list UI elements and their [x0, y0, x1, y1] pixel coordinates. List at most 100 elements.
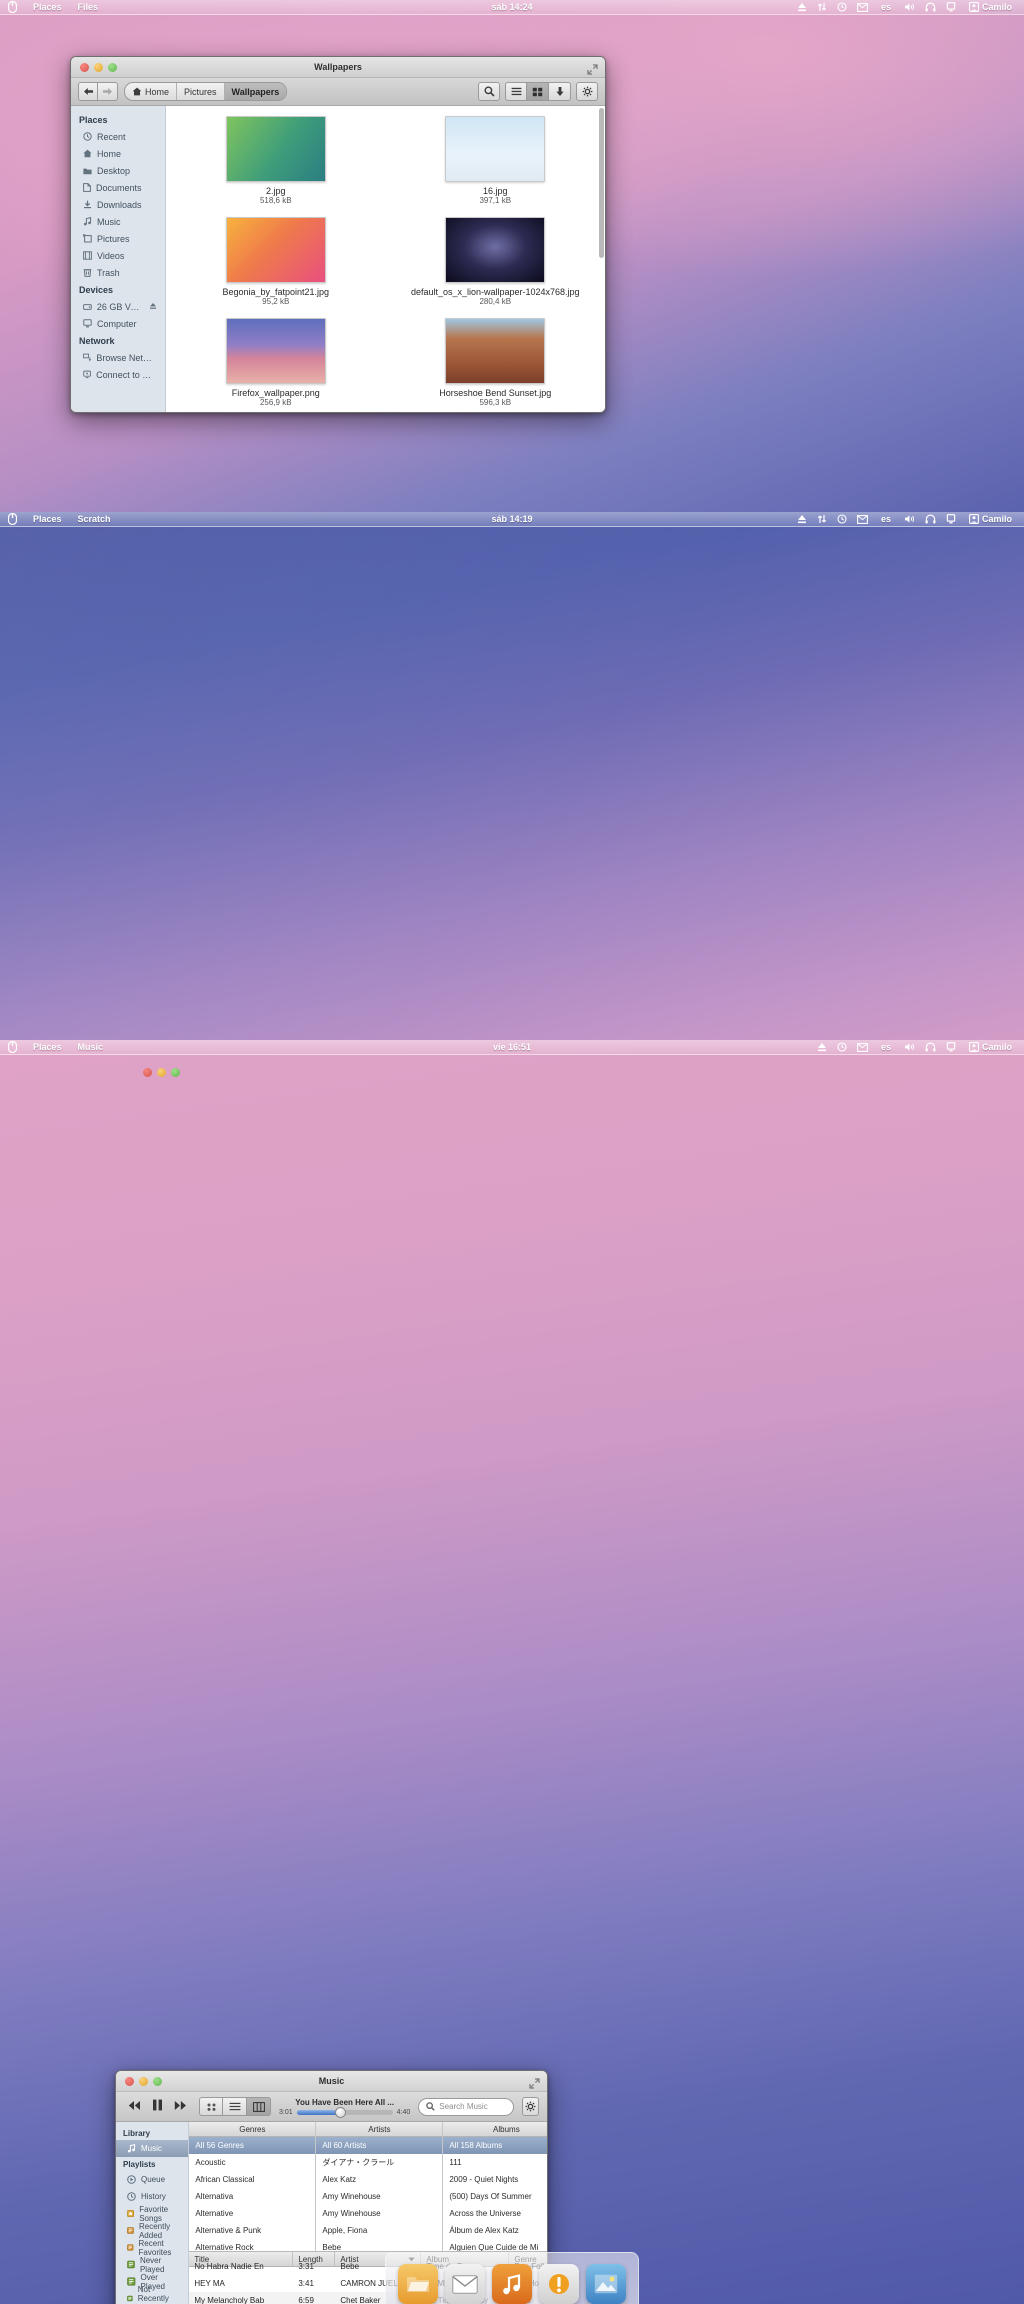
- display-icon[interactable]: [941, 512, 961, 527]
- album-row[interactable]: (500) Days Of Summer: [443, 2188, 547, 2205]
- display-icon[interactable]: [941, 0, 961, 15]
- gear-icon[interactable]: [576, 82, 598, 101]
- expand-icon[interactable]: [587, 62, 598, 80]
- album-row[interactable]: Álbum de Alex Katz: [443, 2222, 547, 2239]
- volume-icon[interactable]: [899, 512, 920, 527]
- artist-row[interactable]: Alex Katz: [316, 2171, 442, 2188]
- vertical-scrollbar[interactable]: [599, 108, 604, 258]
- files-titlebar[interactable]: Wallpapers: [71, 57, 605, 78]
- headphones-icon[interactable]: [920, 512, 941, 527]
- pause-icon[interactable]: [152, 2098, 163, 2116]
- sidebar-item-never-played[interactable]: Never Played: [116, 2256, 188, 2274]
- mail-icon[interactable]: [852, 1040, 873, 1055]
- album-row[interactable]: 111: [443, 2154, 547, 2171]
- panel-user-menu[interactable]: Camilo: [961, 0, 1020, 15]
- close-button[interactable]: [125, 2076, 134, 2086]
- gear-icon[interactable]: [521, 2097, 539, 2116]
- file-item[interactable]: Horseshoe Bend Sunset.jpg 596,3 kB: [405, 318, 585, 407]
- panel-places-menu[interactable]: Places: [25, 512, 70, 527]
- album-row[interactable]: Across the Universe: [443, 2205, 547, 2222]
- file-item[interactable]: Begonia_by_fatpoint21.jpg 95,2 kB: [186, 217, 366, 306]
- panel-user-menu[interactable]: Camilo: [961, 1040, 1020, 1055]
- sidebar-item-trash[interactable]: Trash: [71, 264, 165, 281]
- genre-row[interactable]: Alternative & Punk: [189, 2222, 315, 2239]
- eject-icon[interactable]: [149, 302, 157, 312]
- sidebar-item-volume[interactable]: 26 GB Vol...: [71, 298, 165, 315]
- genres-column[interactable]: Genres All 56 Genres Acoustic African Cl…: [189, 2122, 317, 2251]
- mail-icon[interactable]: [852, 512, 873, 527]
- eject-icon[interactable]: [792, 0, 812, 15]
- artists-column[interactable]: Artists All 60 Artists ダイアナ・クラール Alex Ka…: [316, 2122, 444, 2251]
- seek-slider[interactable]: [296, 2106, 393, 2118]
- close-button[interactable]: [143, 1067, 152, 1077]
- genre-row[interactable]: Acoustic: [189, 2154, 315, 2171]
- albums-column[interactable]: Albums All 158 Albums 111 2009 - Quiet N…: [443, 2122, 547, 2251]
- minimize-button[interactable]: [139, 2076, 148, 2086]
- file-item[interactable]: default_os_x_lion-wallpaper-1024x768.jpg…: [405, 217, 585, 306]
- sidebar-item-downloads[interactable]: Downloads: [71, 196, 165, 213]
- minimize-button[interactable]: [94, 62, 103, 72]
- sync-icon[interactable]: [812, 0, 832, 15]
- search-input[interactable]: Search Music: [418, 2097, 514, 2116]
- dock-item-music[interactable]: [492, 2264, 532, 2304]
- sidebar-item-music[interactable]: Music: [71, 213, 165, 230]
- genre-row[interactable]: Alternative Rock: [189, 2239, 315, 2251]
- volume-icon[interactable]: [899, 0, 920, 15]
- sidebar-item-history[interactable]: History: [116, 2188, 188, 2205]
- panel-keyboard-layout[interactable]: es: [873, 0, 899, 15]
- sync-icon[interactable]: [812, 512, 832, 527]
- genre-row[interactable]: African Classical: [189, 2171, 315, 2188]
- files-icon-grid[interactable]: 2.jpg 518,6 kB 16.jpg 397,1 kB Begonia_b…: [166, 106, 605, 412]
- headphones-icon[interactable]: [920, 0, 941, 15]
- grid-view-icon[interactable]: [527, 82, 549, 101]
- breadcrumb-wallpapers[interactable]: Wallpapers: [224, 83, 287, 100]
- panel-apps-menu-icon[interactable]: [0, 1040, 25, 1055]
- headphones-icon[interactable]: [920, 1040, 941, 1055]
- file-item[interactable]: 16.jpg 397,1 kB: [405, 116, 585, 205]
- sidebar-item-recent-favorites[interactable]: Recent Favorites: [116, 2239, 188, 2257]
- artist-row[interactable]: Bebe: [316, 2239, 442, 2251]
- sidebar-item-desktop[interactable]: Desktop: [71, 162, 165, 179]
- file-item[interactable]: Firefox_wallpaper.png 256,9 kB: [186, 318, 366, 407]
- breadcrumb-pictures[interactable]: Pictures: [177, 83, 225, 100]
- eject-icon[interactable]: [812, 1040, 832, 1055]
- panel-app-menu[interactable]: Files: [70, 0, 107, 15]
- maximize-button[interactable]: [171, 1067, 180, 1077]
- sidebar-item-pictures[interactable]: Pictures: [71, 230, 165, 247]
- panel-app-menu[interactable]: Music: [70, 1040, 112, 1055]
- sidebar-item-computer[interactable]: Computer: [71, 315, 165, 332]
- album-row[interactable]: All 158 Albums: [443, 2137, 547, 2154]
- sidebar-item-home[interactable]: Home: [71, 145, 165, 162]
- clock-icon[interactable]: [832, 1040, 852, 1055]
- genre-row[interactable]: Alternativa: [189, 2188, 315, 2205]
- artist-row[interactable]: Apple, Fiona: [316, 2222, 442, 2239]
- search-icon[interactable]: [478, 82, 500, 101]
- close-button[interactable]: [80, 62, 89, 72]
- dock-item-files[interactable]: [398, 2264, 438, 2304]
- file-item[interactable]: 2.jpg 518,6 kB: [186, 116, 366, 205]
- maximize-button[interactable]: [108, 62, 117, 72]
- genre-row[interactable]: Alternative: [189, 2205, 315, 2222]
- sidebar-item-videos[interactable]: Videos: [71, 247, 165, 264]
- sort-down-icon[interactable]: [549, 82, 571, 101]
- dock-item-mail[interactable]: [445, 2264, 485, 2304]
- album-grid-icon[interactable]: [199, 2097, 223, 2116]
- panel-places-menu[interactable]: Places: [25, 0, 70, 15]
- dock-item-photos[interactable]: [586, 2264, 626, 2304]
- sidebar-item-recent[interactable]: Recent: [71, 128, 165, 145]
- panel-keyboard-layout[interactable]: es: [873, 512, 899, 527]
- previous-track-icon[interactable]: [128, 2098, 141, 2116]
- panel-user-menu[interactable]: Camilo: [961, 512, 1020, 527]
- volume-icon[interactable]: [899, 1040, 920, 1055]
- album-row[interactable]: Alguien Que Cuide de Mi: [443, 2239, 547, 2251]
- list-view-icon[interactable]: [505, 82, 527, 101]
- artist-row[interactable]: Amy Winehouse: [316, 2188, 442, 2205]
- minimize-button[interactable]: [157, 1067, 166, 1077]
- artist-row[interactable]: ダイアナ・クラール: [316, 2154, 442, 2171]
- breadcrumb-home[interactable]: Home: [125, 83, 178, 100]
- sidebar-item-not-recently-played[interactable]: Not Recently Play...: [116, 2285, 188, 2304]
- panel-places-menu[interactable]: Places: [25, 1040, 70, 1055]
- sidebar-item-recently-added[interactable]: Recently Added: [116, 2222, 188, 2240]
- artist-row[interactable]: All 60 Artists: [316, 2137, 443, 2154]
- expand-icon[interactable]: [529, 2076, 540, 2094]
